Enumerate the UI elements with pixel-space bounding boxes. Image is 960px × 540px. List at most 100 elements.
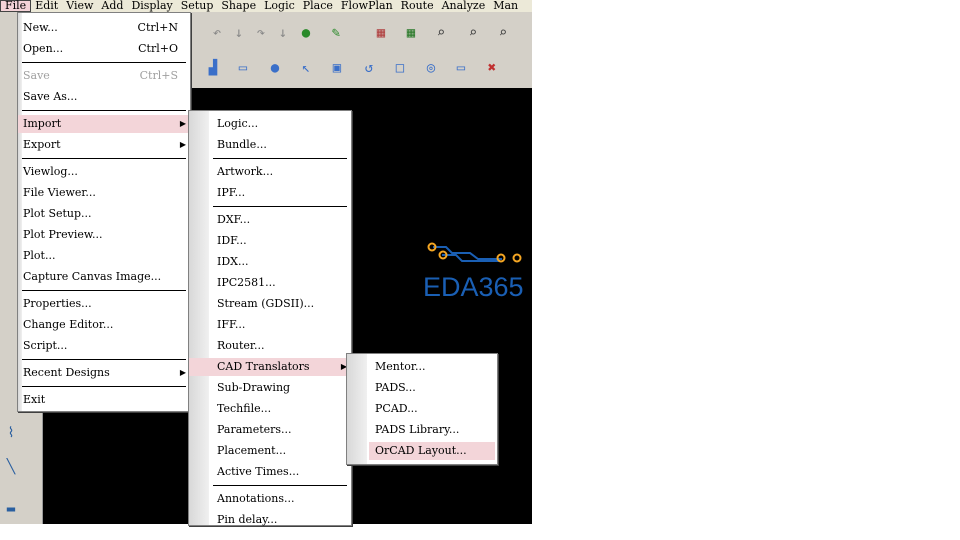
menu-item-ipf[interactable]: IPF... (189, 184, 351, 202)
rectangle-icon[interactable]: ▭ (232, 57, 254, 79)
menu-setup[interactable]: Setup (177, 0, 218, 12)
menu-item-iff[interactable]: IFF... (189, 316, 351, 334)
menu-item-script[interactable]: Script... (18, 337, 190, 355)
shortcut-label: Ctrl+N (137, 21, 178, 34)
menu-logic[interactable]: Logic (260, 0, 299, 12)
display-icon[interactable]: ▭ (450, 57, 472, 79)
menu-item-idx[interactable]: IDX... (189, 253, 351, 271)
menu-separator (22, 62, 186, 63)
shape-icon[interactable]: ● (295, 22, 317, 44)
menu-item-export[interactable]: Export ▶ (18, 136, 190, 154)
menu-item-label: IPC2581... (217, 276, 276, 289)
zoom-fit-icon[interactable]: ⌕ (430, 22, 452, 44)
menu-item-properties[interactable]: Properties... (18, 295, 190, 313)
menu-item-mentor[interactable]: Mentor... (347, 358, 497, 376)
menu-item-router[interactable]: Router... (189, 337, 351, 355)
menu-item-label: IDF... (217, 234, 247, 247)
menu-item-label: Artwork... (217, 165, 274, 178)
menu-item-label: Save (23, 69, 50, 82)
menu-item-bundle[interactable]: Bundle... (189, 136, 351, 154)
menu-item-recent-designs[interactable]: Recent Designs ▶ (18, 364, 190, 382)
zoom-in-icon[interactable]: ⌕ (492, 22, 514, 44)
menu-item-label: Router... (217, 339, 265, 352)
menu-item-import[interactable]: Import ▶ (18, 115, 190, 133)
menu-route[interactable]: Route (397, 0, 438, 12)
menu-item-artwork[interactable]: Artwork... (189, 163, 351, 181)
menu-item-exit[interactable]: Exit (18, 391, 190, 409)
menu-item-label: Plot Preview... (23, 228, 103, 241)
menu-item-save-as[interactable]: Save As... (18, 88, 190, 106)
menu-item-pads-library[interactable]: PADS Library... (347, 421, 497, 439)
menu-flowplan[interactable]: FlowPlan (337, 0, 397, 12)
menu-edit[interactable]: Edit (31, 0, 62, 12)
menu-item-active-times[interactable]: Active Times... (189, 463, 351, 481)
menu-item-sub-drawing[interactable]: Sub-Drawing (189, 379, 351, 397)
menu-item-label: Stream (GDSII)... (217, 297, 315, 310)
menu-item-logic[interactable]: Logic... (189, 115, 351, 133)
menu-item-change-editor[interactable]: Change Editor... (18, 316, 190, 334)
toolbar-icon[interactable]: ▟ (202, 57, 224, 79)
menu-item-file-viewer[interactable]: File Viewer... (18, 184, 190, 202)
tool-icon[interactable]: ⌇ (0, 422, 22, 444)
down-arrow-icon[interactable]: ↓ (228, 22, 250, 44)
menu-item-new[interactable]: New... Ctrl+N (18, 19, 190, 37)
menu-item-label: Mentor... (375, 360, 426, 373)
menu-item-annotations[interactable]: Annotations... (189, 490, 351, 508)
menu-item-stream[interactable]: Stream (GDSII)... (189, 295, 351, 313)
square-icon[interactable]: □ (389, 57, 411, 79)
menu-item-orcad-layout[interactable]: OrCAD Layout... (369, 442, 495, 460)
submenu-arrow-icon: ▶ (179, 119, 186, 128)
undo-icon[interactable]: ↶ (206, 22, 228, 44)
delete-icon[interactable]: ✖ (481, 57, 503, 79)
menu-view[interactable]: View (62, 0, 97, 12)
menu-item-label: Sub-Drawing (217, 381, 291, 394)
menu-bar: File Edit View Add Display Setup Shape L… (0, 0, 532, 12)
menu-item-pcad[interactable]: PCAD... (347, 400, 497, 418)
menu-item-label: IDX... (217, 255, 249, 268)
menu-item-label: Active Times... (217, 465, 300, 478)
menu-item-label: PADS Library... (375, 423, 460, 436)
select-icon[interactable]: ↖ (295, 57, 317, 79)
menu-item-idf[interactable]: IDF... (189, 232, 351, 250)
menu-place[interactable]: Place (299, 0, 337, 12)
rectangle-icon[interactable]: ▬ (0, 498, 22, 520)
menu-item-placement[interactable]: Placement... (189, 442, 351, 460)
menu-item-parameters[interactable]: Parameters... (189, 421, 351, 439)
circle-icon[interactable]: ● (264, 57, 286, 79)
redo-icon[interactable]: ↷ (250, 22, 272, 44)
zoom-out-icon[interactable]: ⌕ (462, 22, 484, 44)
menu-item-plot-setup[interactable]: Plot Setup... (18, 205, 190, 223)
menu-display[interactable]: Display (127, 0, 176, 12)
menu-item-viewlog[interactable]: Viewlog... (18, 163, 190, 181)
menu-item-plot[interactable]: Plot... (18, 247, 190, 265)
menu-manufacture[interactable]: Man (489, 0, 522, 12)
grid-green-icon[interactable]: ▦ (400, 22, 422, 44)
menu-item-capture-canvas[interactable]: Capture Canvas Image... (18, 268, 190, 286)
down-arrow-icon[interactable]: ↓ (272, 22, 294, 44)
grid-icon[interactable]: ▦ (370, 22, 392, 44)
menu-item-techfile[interactable]: Techfile... (189, 400, 351, 418)
menu-file[interactable]: File (0, 0, 32, 12)
rotate-icon[interactable]: ↺ (358, 57, 380, 79)
menu-analyze[interactable]: Analyze (438, 0, 490, 12)
file-menu: New... Ctrl+N Open... Ctrl+O Save Ctrl+S Sa… (17, 12, 191, 412)
menu-item-plot-preview[interactable]: Plot Preview... (18, 226, 190, 244)
circle-outline-icon[interactable]: ◎ (420, 57, 442, 79)
shortcut-label: Ctrl+O (138, 42, 178, 55)
line-icon[interactable]: ╲ (0, 456, 22, 478)
shape-edit-icon[interactable]: ▣ (326, 57, 348, 79)
menu-item-open[interactable]: Open... Ctrl+O (18, 40, 190, 58)
menu-item-label: DXF... (217, 213, 251, 226)
menu-separator (22, 110, 186, 111)
menu-item-label: PCAD... (375, 402, 418, 415)
menu-shape[interactable]: Shape (217, 0, 260, 12)
menu-item-ipc2581[interactable]: IPC2581... (189, 274, 351, 292)
menu-item-pads[interactable]: PADS... (347, 379, 497, 397)
menu-item-dxf[interactable]: DXF... (189, 211, 351, 229)
pin-icon[interactable]: ✎ (325, 22, 347, 44)
menu-separator (213, 485, 347, 486)
menu-item-pin-delay[interactable]: Pin delay... (189, 511, 351, 529)
menu-item-cad-translators[interactable]: CAD Translators ▶ (189, 358, 351, 376)
menu-add[interactable]: Add (97, 0, 127, 12)
menu-item-save[interactable]: Save Ctrl+S (18, 67, 190, 85)
